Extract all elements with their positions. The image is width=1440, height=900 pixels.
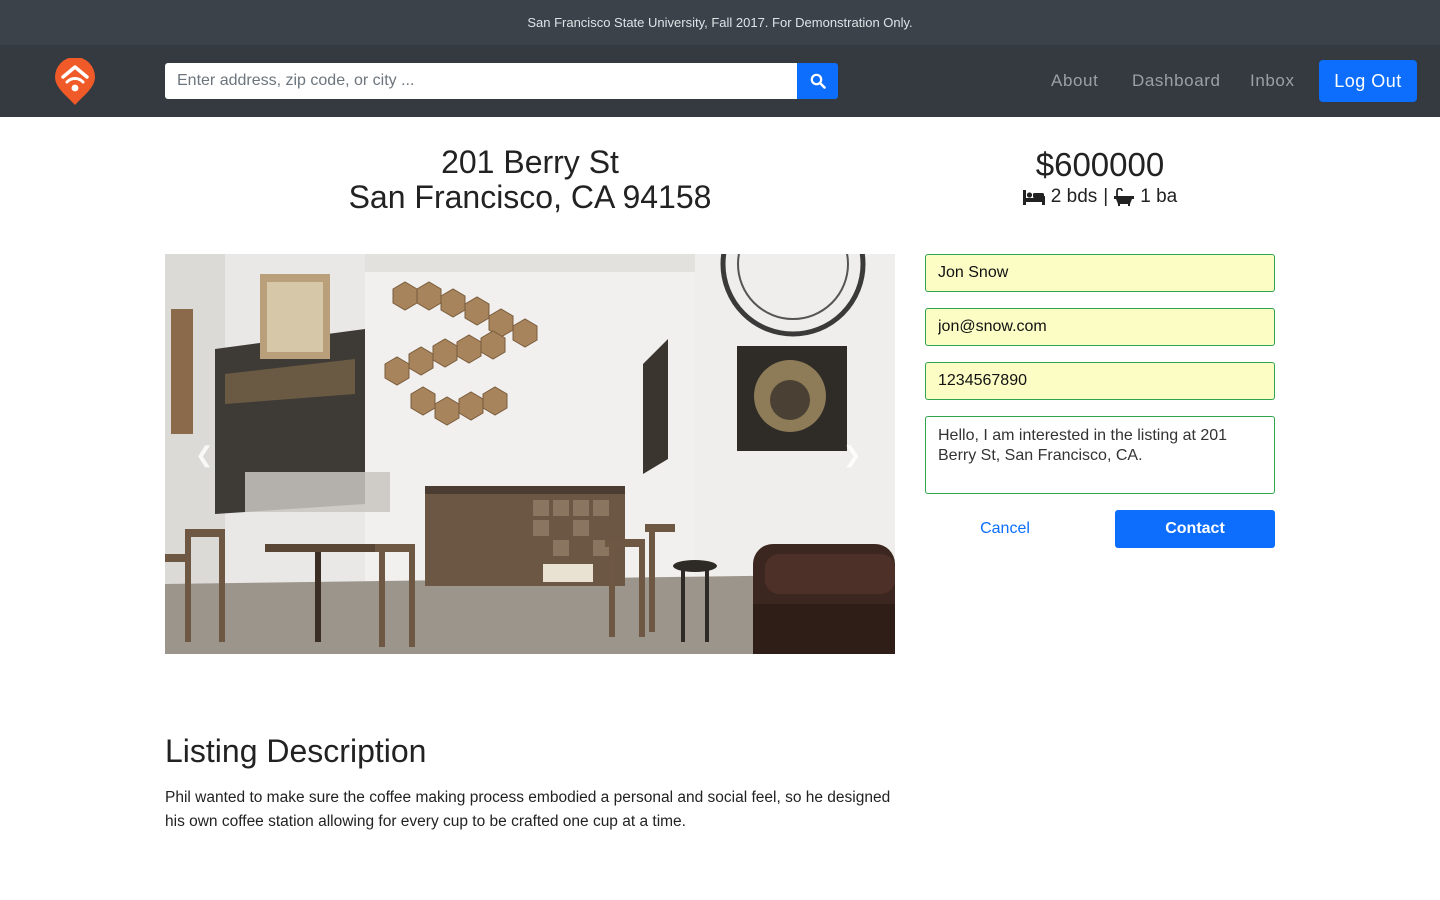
description-text: Phil wanted to make sure the coffee maki…	[165, 789, 891, 830]
nav-inbox-link[interactable]: Inbox	[1250, 71, 1295, 91]
cancel-button[interactable]: Cancel	[925, 510, 1085, 548]
bed-icon	[1022, 190, 1045, 205]
baths-count: 1 ba	[1140, 186, 1178, 207]
specs-separator: |	[1103, 186, 1109, 207]
search-button[interactable]	[797, 63, 838, 99]
logout-button[interactable]: Log Out	[1319, 60, 1417, 102]
search-icon	[810, 73, 826, 89]
listing-price: $600000	[1035, 146, 1165, 183]
phone-field[interactable]	[925, 362, 1275, 400]
bathtub-icon	[1114, 188, 1135, 206]
listing-specs: 2 bds | 1 ba	[925, 186, 1275, 208]
message-field[interactable]: Hello, I am interested in the listing at…	[925, 416, 1275, 494]
beds-count: 2 bds	[1050, 186, 1098, 207]
coffee-shop-photo	[165, 254, 895, 654]
demo-banner: San Francisco State University, Fall 201…	[0, 0, 1440, 45]
chevron-left-icon[interactable]: ❮	[195, 442, 213, 468]
listing-photo[interactable]: ❮ ❯	[165, 254, 895, 654]
search-input[interactable]	[165, 63, 797, 99]
listing-address: 201 Berry St San Francisco, CA 94158	[280, 145, 780, 215]
nav-dashboard-link[interactable]: Dashboard	[1132, 71, 1221, 91]
address-line-2: San Francisco, CA 94158	[348, 179, 712, 215]
contact-button[interactable]: Contact	[1115, 510, 1275, 548]
search-bar	[165, 63, 838, 99]
top-navbar: About Dashboard Inbox Log Out	[0, 45, 1440, 117]
address-line-1: 201 Berry St	[441, 144, 619, 180]
house-pin-logo[interactable]	[54, 58, 96, 106]
description-title: Listing Description	[165, 733, 427, 769]
email-field[interactable]	[925, 308, 1275, 346]
nav-about-link[interactable]: About	[1051, 71, 1098, 91]
demo-banner-text: San Francisco State University, Fall 201…	[527, 15, 913, 30]
chevron-right-icon[interactable]: ❯	[843, 442, 861, 468]
name-field[interactable]	[925, 254, 1275, 292]
